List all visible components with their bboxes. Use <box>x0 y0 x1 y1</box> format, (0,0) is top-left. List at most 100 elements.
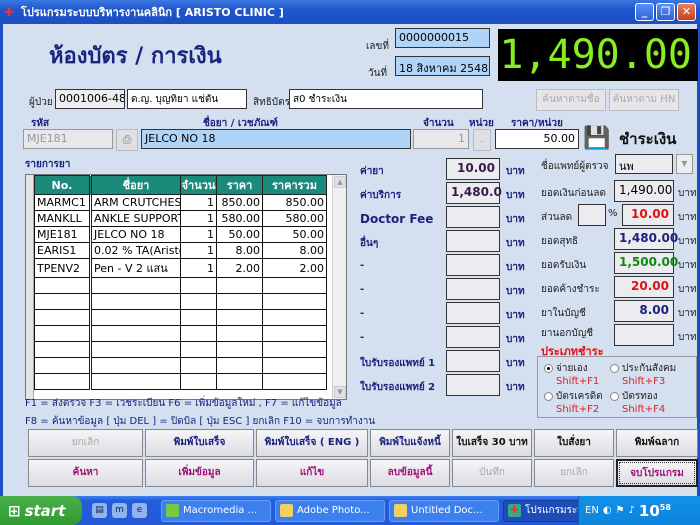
cell-name[interactable] <box>89 277 181 294</box>
cell-total[interactable] <box>262 325 327 342</box>
charge-field[interactable] <box>446 206 500 228</box>
charge-field[interactable] <box>446 374 500 396</box>
table-row[interactable]: MANKLL ANKLE SUPPORT 1 580.00 580.00 <box>34 210 327 227</box>
cell-qty[interactable]: 1 <box>180 210 217 227</box>
cell-name[interactable] <box>89 341 181 358</box>
table-row[interactable]: MJE181 JELCO NO 18 1 50.00 50.00 <box>34 226 327 243</box>
tray-network-icon[interactable]: ◐ <box>603 505 612 516</box>
print-label-button[interactable]: พิมพ์ฉลาก <box>616 429 698 457</box>
cell-code[interactable] <box>34 277 91 294</box>
cell-code[interactable]: EARIS1 <box>34 242 91 259</box>
pay-label[interactable]: ชำระเงิน <box>619 127 676 151</box>
cell-qty[interactable] <box>180 277 217 294</box>
charge-field[interactable] <box>446 254 500 276</box>
doctor-select[interactable]: นพ <box>615 154 673 174</box>
cell-price[interactable] <box>216 373 263 390</box>
charge-field[interactable] <box>446 278 500 300</box>
cell-code[interactable] <box>34 357 91 374</box>
charge-field[interactable] <box>446 230 500 252</box>
add-data-button[interactable]: เพิ่มข้อมูล <box>145 459 254 487</box>
column-header-name[interactable]: ชื่อยา <box>89 175 181 195</box>
cell-name[interactable] <box>89 373 181 390</box>
table-row[interactable] <box>34 357 327 374</box>
scroll-up-button[interactable]: ▲ <box>334 176 346 188</box>
cell-price[interactable]: 50.00 <box>216 226 263 243</box>
received-field[interactable]: 1,500.00 <box>614 252 678 274</box>
cell-code[interactable]: MJE181 <box>34 226 91 243</box>
cell-total[interactable] <box>262 309 327 326</box>
cell-price[interactable] <box>216 325 263 342</box>
cell-total[interactable]: 850.00 <box>262 194 327 211</box>
price-field[interactable]: 50.00 <box>495 129 579 149</box>
print-receipt-eng-button[interactable]: พิมพ์ใบเสร็จ ( ENG ) <box>256 429 368 457</box>
cell-total[interactable]: 8.00 <box>262 242 327 259</box>
rights-field[interactable]: ส0 ชำระเงิน <box>289 89 483 109</box>
cell-qty[interactable] <box>180 341 217 358</box>
taskbar-item-untitled-doc[interactable]: Untitled Doc... <box>389 499 499 522</box>
lookup-icon[interactable]: ⎙ <box>116 129 138 151</box>
table-row[interactable]: TPENV2 Pen - V 2 แสน 1 2.00 2.00 <box>34 258 327 278</box>
cell-qty[interactable] <box>180 293 217 310</box>
cell-total[interactable] <box>262 341 327 358</box>
cell-name[interactable]: JELCO NO 18 <box>89 226 181 243</box>
charge-field[interactable]: 10.00 <box>446 158 500 180</box>
delete-data-button[interactable]: ลบข้อมูลนี้ <box>370 459 450 487</box>
cell-total[interactable] <box>262 357 327 374</box>
cell-name[interactable] <box>89 325 181 342</box>
cell-price[interactable]: 2.00 <box>216 258 263 278</box>
cell-qty[interactable] <box>180 357 217 374</box>
table-row[interactable] <box>34 325 327 342</box>
save-disk-icon[interactable]: 💾 <box>582 124 612 154</box>
cell-name[interactable]: ANKLE SUPPORT <box>89 210 181 227</box>
patient-name-field[interactable]: ด.ญ. บุญทิยา แช่ตัน <box>127 89 247 109</box>
payment-option-credit-card[interactable]: บัตรเครดิต Shift+F2 <box>544 389 603 415</box>
cell-qty[interactable]: 1 <box>180 258 217 278</box>
cell-qty[interactable] <box>180 309 217 326</box>
discount-percent-field[interactable] <box>578 204 606 226</box>
tray-volume-icon[interactable]: ♪ <box>629 505 635 516</box>
cell-qty[interactable]: 1 <box>180 242 217 259</box>
discount-value-field[interactable]: 10.00 <box>622 204 674 226</box>
close-button[interactable]: ✕ <box>677 3 696 21</box>
cell-price[interactable]: 580.00 <box>216 210 263 227</box>
start-button[interactable]: ⊞ start <box>0 496 82 525</box>
unit-button[interactable]: .. <box>473 129 491 151</box>
save-button[interactable]: บันทึก <box>452 459 532 487</box>
cell-total[interactable] <box>262 293 327 310</box>
cell-qty[interactable] <box>180 373 217 390</box>
qty-field[interactable]: 1 <box>413 129 469 149</box>
charge-field[interactable] <box>446 326 500 348</box>
cell-qty[interactable]: 1 <box>180 226 217 243</box>
receipt-30-baht-button[interactable]: ใบเสร็จ 30 บาท <box>452 429 532 457</box>
charge-field[interactable] <box>446 302 500 324</box>
cell-code[interactable] <box>34 325 91 342</box>
vertical-scrollbar[interactable]: ▲ ▼ <box>332 175 346 399</box>
taskbar-item-macromedia[interactable]: Macromedia ... <box>161 499 271 522</box>
patient-hn-field[interactable]: 0001006-48 <box>55 89 125 109</box>
prescription-button[interactable]: ใบสั่งยา <box>534 429 614 457</box>
cell-total[interactable] <box>262 373 327 390</box>
table-row[interactable] <box>34 309 327 326</box>
payment-option-gold-card[interactable]: บัตรทอง Shift+F4 <box>610 389 665 415</box>
cell-price[interactable] <box>216 341 263 358</box>
cell-qty[interactable] <box>180 325 217 342</box>
print-receipt-button[interactable]: พิมพ์ใบเสร็จ <box>145 429 254 457</box>
column-header-qty[interactable]: จำนวน <box>180 175 217 195</box>
search-button[interactable]: ค้นหา <box>28 459 143 487</box>
quick-launch-desktop-icon[interactable]: ▤ <box>92 503 107 518</box>
table-row[interactable]: EARIS10.02 % TA(Aristoc18.008.00 <box>34 242 327 259</box>
exit-program-button[interactable]: จบโปรแกรม <box>616 459 698 487</box>
cell-name[interactable]: Pen - V 2 แสน <box>89 258 181 278</box>
print-invoice-button[interactable]: พิมพ์ใบแจ้งหนี้ <box>370 429 450 457</box>
quick-launch-ie-icon[interactable]: e <box>132 503 147 518</box>
cell-name[interactable] <box>89 293 181 310</box>
cell-total[interactable]: 2.00 <box>262 258 327 278</box>
cell-price[interactable] <box>216 357 263 374</box>
cell-code[interactable]: TPENV2 <box>34 258 91 278</box>
cell-name[interactable] <box>89 309 181 326</box>
edit-button[interactable]: แก้ไข <box>256 459 368 487</box>
cell-qty[interactable]: 1 <box>180 194 217 211</box>
search-by-name-button[interactable]: ค้นหาตามชื่อ <box>536 89 606 111</box>
cell-name[interactable]: 0.02 % TA(Aristoc <box>89 242 181 259</box>
date-field[interactable]: 18 สิงหาคม 2548 <box>395 56 490 76</box>
